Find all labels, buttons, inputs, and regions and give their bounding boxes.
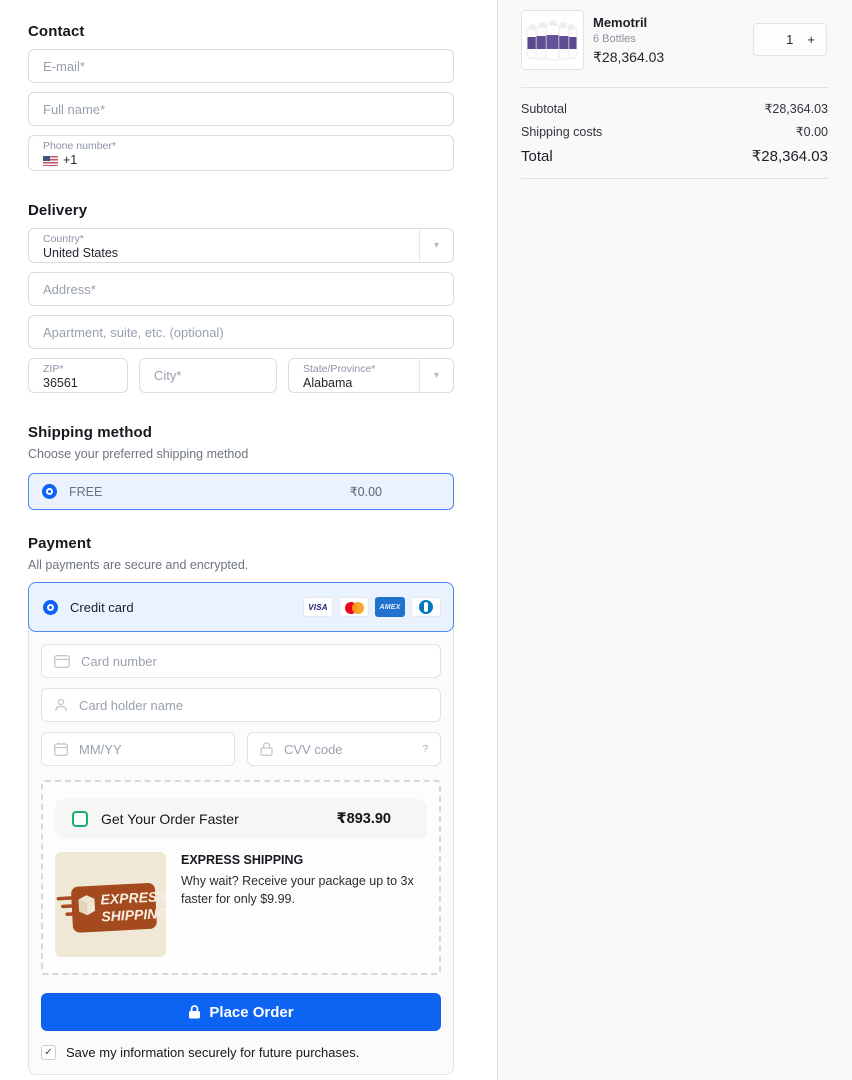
upsell-checkbox-label: Get Your Order Faster	[101, 811, 239, 827]
card-number-input[interactable]	[81, 654, 428, 669]
lock-icon	[188, 1005, 201, 1019]
cvv-field[interactable]: ?	[247, 732, 441, 766]
phone-label: Phone number*	[43, 140, 439, 153]
upsell-description: Why wait? Receive your package up to 3x …	[181, 872, 427, 908]
quantity-value: 1	[786, 32, 793, 47]
shipping-costs-label: Shipping costs	[521, 121, 602, 144]
shipping-option-price: ₹0.00	[350, 484, 382, 499]
shipping-method-subtitle: Choose your preferred shipping method	[28, 447, 454, 461]
total-row: Total ₹28,364.03	[521, 145, 828, 169]
cvv-hint-icon: ?	[422, 744, 428, 755]
address-input[interactable]	[43, 282, 439, 297]
upsell-price: ₹893.90	[337, 811, 391, 827]
visa-icon: VISA	[303, 597, 333, 617]
delivery-heading: Delivery	[28, 202, 454, 219]
email-input[interactable]	[43, 59, 439, 74]
city-input[interactable]	[154, 368, 262, 383]
radio-selected-icon[interactable]	[43, 600, 58, 615]
order-summary-panel: Memotril 6 Bottles ₹28,364.03 1 + Subtot…	[497, 0, 852, 1080]
shipping-option-label: FREE	[69, 485, 102, 499]
express-shipping-upsell: Get Your Order Faster ₹893.90	[41, 780, 441, 975]
mastercard-icon	[339, 597, 369, 617]
phone-field[interactable]: Phone number* +1	[28, 135, 454, 171]
apartment-input[interactable]	[43, 325, 439, 340]
save-info-label: Save my information securely for future …	[66, 1045, 359, 1060]
shipping-costs-value: ₹0.00	[796, 121, 828, 144]
total-value: ₹28,364.03	[752, 145, 828, 169]
payment-subtitle: All payments are secure and encrypted.	[28, 558, 454, 572]
expiry-field[interactable]	[41, 732, 235, 766]
card-holder-field[interactable]	[41, 688, 441, 722]
country-label: Country*	[43, 233, 439, 246]
address-field[interactable]	[28, 272, 454, 306]
quantity-stepper[interactable]: 1 +	[753, 23, 827, 56]
svg-text:SHIPPING: SHIPPING	[101, 905, 166, 924]
city-field[interactable]	[139, 358, 277, 393]
total-label: Total	[521, 145, 553, 169]
expiry-input[interactable]	[79, 742, 222, 757]
express-shipping-badge-image: EXPRESS SHIPPING	[55, 852, 166, 957]
subtotal-value: ₹28,364.03	[764, 98, 828, 121]
amex-icon: AMEX	[375, 597, 405, 617]
credit-card-icon	[54, 655, 70, 668]
upsell-offer-row[interactable]: Get Your Order Faster ₹893.90	[55, 799, 427, 839]
full-name-input[interactable]	[43, 102, 439, 117]
payment-form: ? Get Your Order Faster ₹893.90	[29, 632, 453, 1074]
apartment-field[interactable]	[28, 315, 454, 349]
country-select[interactable]: Country* United States ▾	[28, 228, 454, 263]
lock-icon	[260, 742, 273, 756]
subtotal-row: Subtotal ₹28,364.03	[521, 98, 828, 121]
increase-quantity-button[interactable]: +	[807, 33, 815, 46]
subtotal-label: Subtotal	[521, 98, 567, 121]
cvv-input[interactable]	[284, 742, 411, 757]
shipping-costs-row: Shipping costs ₹0.00	[521, 121, 828, 144]
checkout-form: Contact Phone number* +1 Delivery Countr…	[0, 0, 497, 1080]
save-info-checkbox[interactable]: ✓	[41, 1045, 56, 1060]
person-icon	[54, 698, 68, 712]
zip-value: 36561	[43, 376, 113, 391]
credit-card-label: Credit card	[70, 600, 134, 615]
zip-field[interactable]: ZIP* 36561	[28, 358, 128, 393]
card-number-field[interactable]	[41, 644, 441, 678]
payment-heading: Payment	[28, 535, 454, 552]
diners-club-icon	[411, 597, 441, 617]
product-name: Memotril	[593, 15, 664, 30]
upsell-checkbox[interactable]	[72, 811, 88, 827]
us-flag-icon	[43, 156, 58, 166]
product-thumbnail	[521, 10, 584, 70]
svg-text:EXPRESS: EXPRESS	[100, 888, 166, 907]
shipping-option-free[interactable]: FREE ₹0.00	[28, 473, 454, 510]
radio-selected-icon[interactable]	[42, 484, 57, 499]
card-holder-input[interactable]	[79, 698, 428, 713]
checkout-page: Contact Phone number* +1 Delivery Countr…	[0, 0, 852, 1080]
email-field[interactable]	[28, 49, 454, 83]
card-brand-icons: VISA AMEX	[303, 597, 441, 617]
summary-divider	[521, 178, 828, 179]
chevron-down-icon[interactable]: ▾	[419, 359, 453, 392]
zip-label: ZIP*	[43, 363, 113, 376]
country-value: United States	[43, 246, 439, 261]
contact-heading: Contact	[28, 23, 454, 40]
state-select[interactable]: State/Province* Alabama ▾	[288, 358, 454, 393]
upsell-title: EXPRESS SHIPPING	[181, 853, 427, 867]
credit-card-option[interactable]: Credit card VISA AMEX	[28, 582, 454, 632]
calendar-icon	[54, 742, 68, 756]
chevron-down-icon[interactable]: ▾	[419, 229, 453, 262]
payment-panel: Credit card VISA AMEX	[28, 582, 454, 1075]
phone-prefix: +1	[63, 153, 77, 168]
product-price: ₹28,364.03	[593, 49, 664, 66]
full-name-field[interactable]	[28, 92, 454, 126]
place-order-button[interactable]: Place Order	[41, 993, 441, 1031]
cart-item: Memotril 6 Bottles ₹28,364.03 1 +	[521, 10, 828, 70]
shipping-method-heading: Shipping method	[28, 424, 454, 441]
product-variant: 6 Bottles	[593, 33, 664, 45]
place-order-label: Place Order	[209, 1004, 293, 1021]
save-info-row[interactable]: ✓ Save my information securely for futur…	[41, 1045, 441, 1060]
summary-divider	[521, 87, 828, 88]
